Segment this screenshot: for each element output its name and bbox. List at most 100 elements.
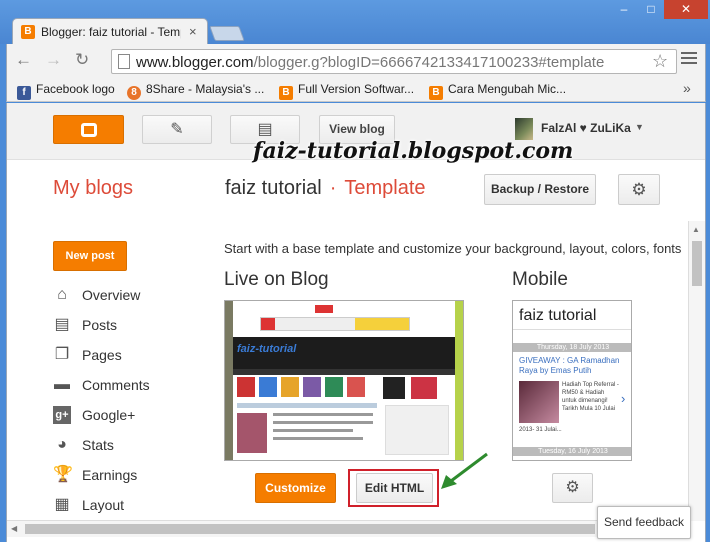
live-blog-preview[interactable]: faiz-tutorial [224, 300, 464, 461]
settings-gear-button[interactable]: ⚙ [618, 174, 660, 205]
avatar[interactable] [515, 118, 533, 140]
preview-banner-ad [355, 318, 409, 330]
new-post-button[interactable]: New post [53, 241, 127, 271]
page-title: faiz tutorial · Template [225, 177, 426, 199]
gear-icon: ⚙ [565, 479, 580, 496]
address-bar[interactable]: www.blogger.com/blogger.g?blogID=6666742… [111, 49, 677, 74]
bookmark-star-icon[interactable]: ☆ [652, 51, 668, 72]
maximize-button[interactable]: □ [638, 0, 664, 19]
scrollbar-thumb[interactable] [25, 524, 595, 534]
mobile-settings-button[interactable]: ⚙ [552, 473, 593, 503]
preview-sidebar-widget [385, 405, 449, 455]
reload-icon[interactable]: ↻ [75, 50, 89, 70]
backup-restore-button[interactable]: Backup / Restore [484, 174, 596, 205]
mobile-post-title[interactable]: GIVEAWAY : GA Ramadhan Raya by Emas Puti… [519, 356, 627, 376]
bookmark-item[interactable]: 8 8Share - Malaysia's ... [127, 82, 264, 100]
blogger-home-button[interactable] [53, 115, 124, 144]
preview-thumb [237, 377, 255, 397]
sidebar-item-earnings[interactable]: 🏆 Earnings [53, 465, 203, 487]
preview-text-line [273, 421, 373, 424]
preview-text-line [273, 413, 373, 416]
new-post-pencil-button[interactable]: ✎ [142, 115, 212, 144]
minimize-button[interactable]: – [610, 0, 638, 19]
preview-thumb [259, 377, 277, 397]
mobile-post-snippet: Hadiah Top Referral - RM50 & Hadiah untu… [562, 382, 619, 412]
page-icon [118, 54, 130, 69]
preview-thumb [347, 377, 365, 397]
scroll-up-icon[interactable]: ▲ [692, 225, 700, 234]
document-icon: ▤ [257, 121, 273, 138]
sidebar-item-layout[interactable]: ▦ Layout [53, 495, 203, 517]
preview-banner-icon [261, 318, 275, 330]
stats-icon: ◕ [57, 436, 67, 453]
sidebar-item-stats[interactable]: ◕ Stats [53, 435, 203, 457]
forward-icon[interactable]: → [45, 50, 62, 70]
pencil-icon: ✎ [170, 121, 184, 138]
preview-thumb [411, 377, 437, 399]
8share-icon: 8 [127, 86, 141, 100]
sidebar-item-pages[interactable]: ❐ Pages [53, 345, 203, 367]
preview-blog-title: faiz-tutorial [237, 343, 297, 355]
watermark-text: faiz-tutorial.blogspot.com [253, 138, 574, 164]
mobile-divider [513, 329, 631, 330]
blogger-page: ✎ ▤ View blog FalzAl ♥ ZuLiKa ▼ faiz-tut… [6, 103, 706, 542]
preview-text-line [273, 437, 363, 440]
url-text: www.blogger.com/blogger.g?blogID=6666742… [136, 54, 605, 71]
preview-scrollbar [455, 301, 463, 460]
mobile-preview[interactable]: faiz tutorial Thursday, 18 July 2013 GIV… [512, 300, 632, 461]
mobile-date-header: Thursday, 18 July 2013 [513, 343, 631, 352]
sidebar-item-google-plus[interactable]: g+ Google+ [53, 405, 203, 427]
preview-thumb [281, 377, 299, 397]
scrollbar-thumb[interactable] [692, 241, 702, 286]
mobile-post-image [519, 381, 559, 423]
browser-toolbar: ← → ↻ www.blogger.com/blogger.g?blogID=6… [6, 44, 706, 78]
close-tab-icon[interactable]: × [189, 24, 197, 39]
mobile-post-date: 2013- 31 Julai... [519, 427, 562, 433]
bookmark-item[interactable]: B Full Version Softwar... [279, 82, 414, 100]
chrome-menu-icon[interactable] [681, 52, 697, 67]
vertical-scrollbar[interactable]: ▲ [688, 221, 705, 521]
edit-html-button[interactable]: Edit HTML [356, 473, 433, 503]
home-icon: ⌂ [57, 286, 67, 303]
more-bookmarks-icon[interactable]: » [683, 80, 691, 96]
preview-menu-bar [233, 369, 455, 375]
mobile-date-header: Tuesday, 16 July 2013 [513, 447, 631, 456]
send-feedback-button[interactable]: Send feedback [597, 506, 691, 539]
title-bar: B Blogger: faiz tutorial - Template × – … [0, 0, 710, 45]
chevron-right-icon[interactable]: › [621, 391, 625, 406]
comments-icon: ▬ [54, 376, 70, 393]
bookmark-item[interactable]: f Facebook logo [17, 82, 115, 100]
tab-title: Blogger: faiz tutorial - Template [41, 25, 181, 39]
blogger-icon: B [429, 86, 443, 100]
customize-button[interactable]: Customize [255, 473, 336, 503]
blogger-logo-icon [81, 123, 97, 137]
gear-icon: ⚙ [631, 180, 647, 199]
browser-tab[interactable]: B Blogger: faiz tutorial - Template × [12, 18, 208, 45]
new-tab-button[interactable] [209, 26, 245, 41]
mobile-heading: Mobile [512, 269, 568, 290]
back-icon[interactable]: ← [15, 50, 32, 70]
annotation-arrow-icon [441, 452, 488, 489]
close-window-button[interactable]: ✕ [664, 0, 708, 19]
sidebar-item-comments[interactable]: ▬ Comments [53, 375, 203, 397]
trophy-icon: 🏆 [53, 466, 73, 483]
horizontal-scrollbar[interactable]: ◀ [7, 520, 688, 537]
facebook-icon: f [17, 86, 31, 100]
scroll-left-icon[interactable]: ◀ [11, 524, 17, 533]
preview-post-image [237, 413, 267, 453]
preview-post-title [237, 403, 377, 408]
google-plus-icon: g+ [53, 406, 71, 424]
blogger-favicon-icon: B [21, 25, 35, 39]
preview-thumb [383, 377, 405, 399]
my-blogs-link[interactable]: My blogs [53, 177, 133, 200]
sidebar-item-overview[interactable]: ⌂ Overview [53, 285, 203, 307]
user-name[interactable]: FalzAl ♥ ZuLiKa [541, 121, 631, 135]
posts-icon: ▤ [54, 316, 70, 333]
sidebar-item-posts[interactable]: ▤ Posts [53, 315, 203, 337]
preview-thumb [303, 377, 321, 397]
layout-icon: ▦ [54, 496, 70, 513]
bookmark-item[interactable]: B Cara Mengubah Mic... [429, 82, 566, 100]
preview-text-line [273, 429, 353, 432]
chevron-down-icon[interactable]: ▼ [635, 122, 644, 132]
template-intro-text: Start with a base template and customize… [224, 241, 682, 256]
